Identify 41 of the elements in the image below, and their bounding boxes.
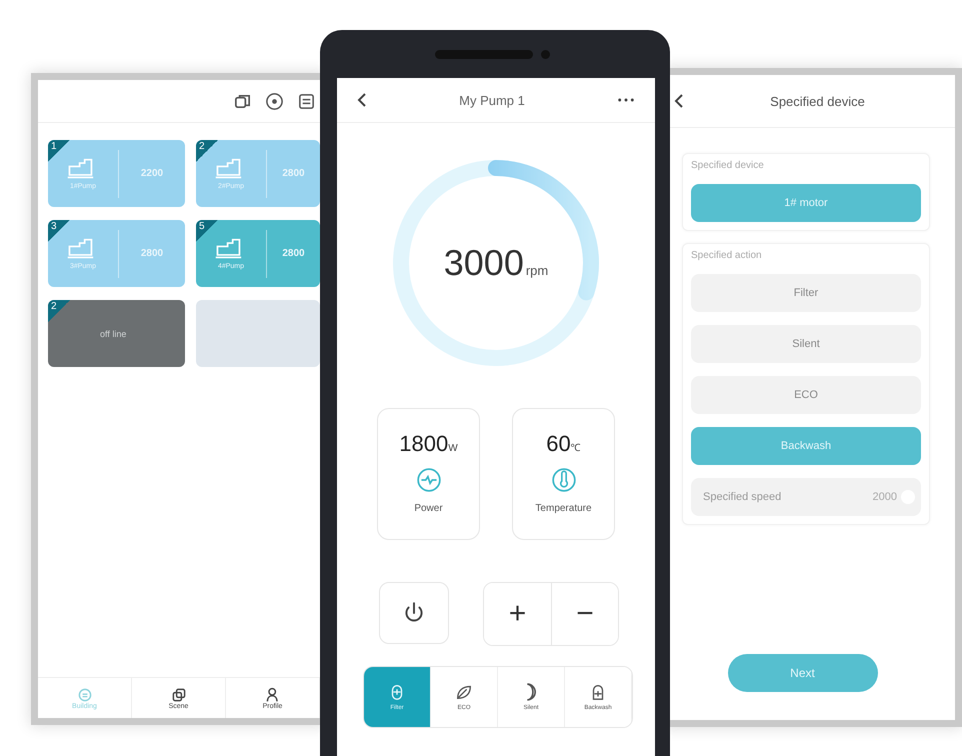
speed-value: 2000 [872, 491, 897, 503]
speed-value: 2800 [281, 248, 306, 259]
speed-value: 2200 [140, 168, 164, 179]
tile-number-badge: 3 [48, 220, 70, 242]
layers-icon [170, 686, 186, 702]
metric-value: 60 [546, 431, 571, 457]
list-icon[interactable] [297, 92, 316, 110]
leaf-icon [455, 683, 473, 701]
screen-title: My Pump 1 [458, 92, 526, 108]
pump-tile[interactable]: 2 off line [48, 300, 185, 367]
metric-value: 1800 [399, 431, 448, 457]
option-button[interactable]: Filter [691, 274, 921, 312]
tile-number-badge: 2 [48, 300, 70, 322]
back-icon[interactable] [674, 93, 684, 109]
thermometer-icon [550, 467, 576, 493]
speed-value: 2800 [281, 168, 306, 179]
tile-number-badge: 2 [196, 140, 218, 162]
section-label: Specified action [691, 250, 763, 261]
pulse-icon [416, 467, 442, 493]
screen-title: Specified device [770, 94, 865, 108]
moon-icon [526, 683, 536, 701]
speed-value: 3000 [444, 242, 524, 284]
tile-number-badge: 5 [196, 220, 218, 242]
section-label: Specified device [691, 160, 765, 171]
metric-label: Temperature [535, 503, 592, 514]
empty-tile[interactable] [196, 300, 320, 367]
speed-value: 2800 [140, 248, 164, 259]
tile-number-badge: 1 [48, 140, 70, 162]
status-text: off line [100, 328, 126, 338]
option-button[interactable]: ECO [691, 376, 921, 414]
speed-label: Specified speed [703, 491, 782, 503]
option-button[interactable]: Silent [691, 325, 921, 363]
power-button[interactable] [379, 582, 449, 644]
back-icon[interactable] [357, 92, 367, 108]
person-icon [264, 686, 280, 702]
speed-unit: rpm [526, 263, 548, 278]
metric-unit: ℃ [570, 442, 581, 454]
metric-label: Power [414, 503, 443, 514]
metric-unit: W [448, 443, 458, 454]
more-icon[interactable] [617, 97, 635, 103]
decrease-button[interactable]: − [551, 583, 618, 645]
